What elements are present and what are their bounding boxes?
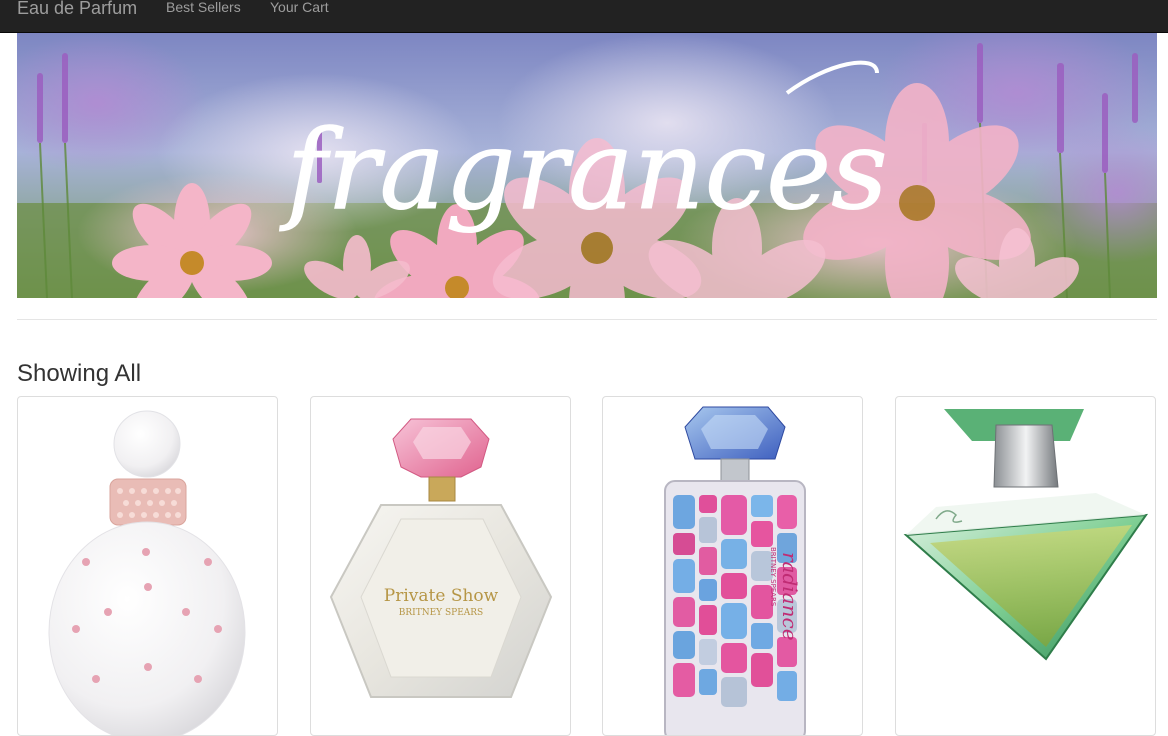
nav-link-best-sellers[interactable]: Best Sellers — [166, 0, 241, 17]
product-label-name: radiance — [778, 552, 802, 641]
section-divider — [17, 319, 1157, 320]
hero-script-title: fragrances — [279, 106, 887, 234]
product-card[interactable]: Private Show BRITNEY SPEARS — [310, 396, 571, 736]
product-card[interactable] — [17, 396, 278, 736]
brand-link[interactable]: Eau de Parfum — [17, 0, 137, 20]
product-label-name: Private Show — [384, 586, 499, 606]
hero-flower-image: fragrances — [17, 33, 1157, 298]
nav-link-your-cart[interactable]: Your Cart — [270, 0, 329, 17]
product-label-brand: BRITNEY SPEARS — [399, 608, 483, 618]
green-perfume-bottle-icon — [903, 409, 1149, 661]
product-card[interactable]: radiance BRITNEY SPEARS — [602, 396, 863, 736]
product-label-brand: BRITNEY SPEARS — [769, 547, 777, 607]
section-title: Showing All — [17, 360, 142, 387]
navbar: Eau de Parfum Best Sellers Your Cart — [0, 0, 1168, 33]
white-perfume-bottle-icon — [48, 410, 246, 735]
jeweled-perfume-bottle-icon: radiance BRITNEY SPEARS — [664, 406, 806, 735]
hero-banner: fragrances — [17, 33, 1157, 298]
product-card[interactable] — [895, 396, 1156, 736]
clear-perfume-bottle-icon: Private Show BRITNEY SPEARS — [329, 418, 553, 698]
